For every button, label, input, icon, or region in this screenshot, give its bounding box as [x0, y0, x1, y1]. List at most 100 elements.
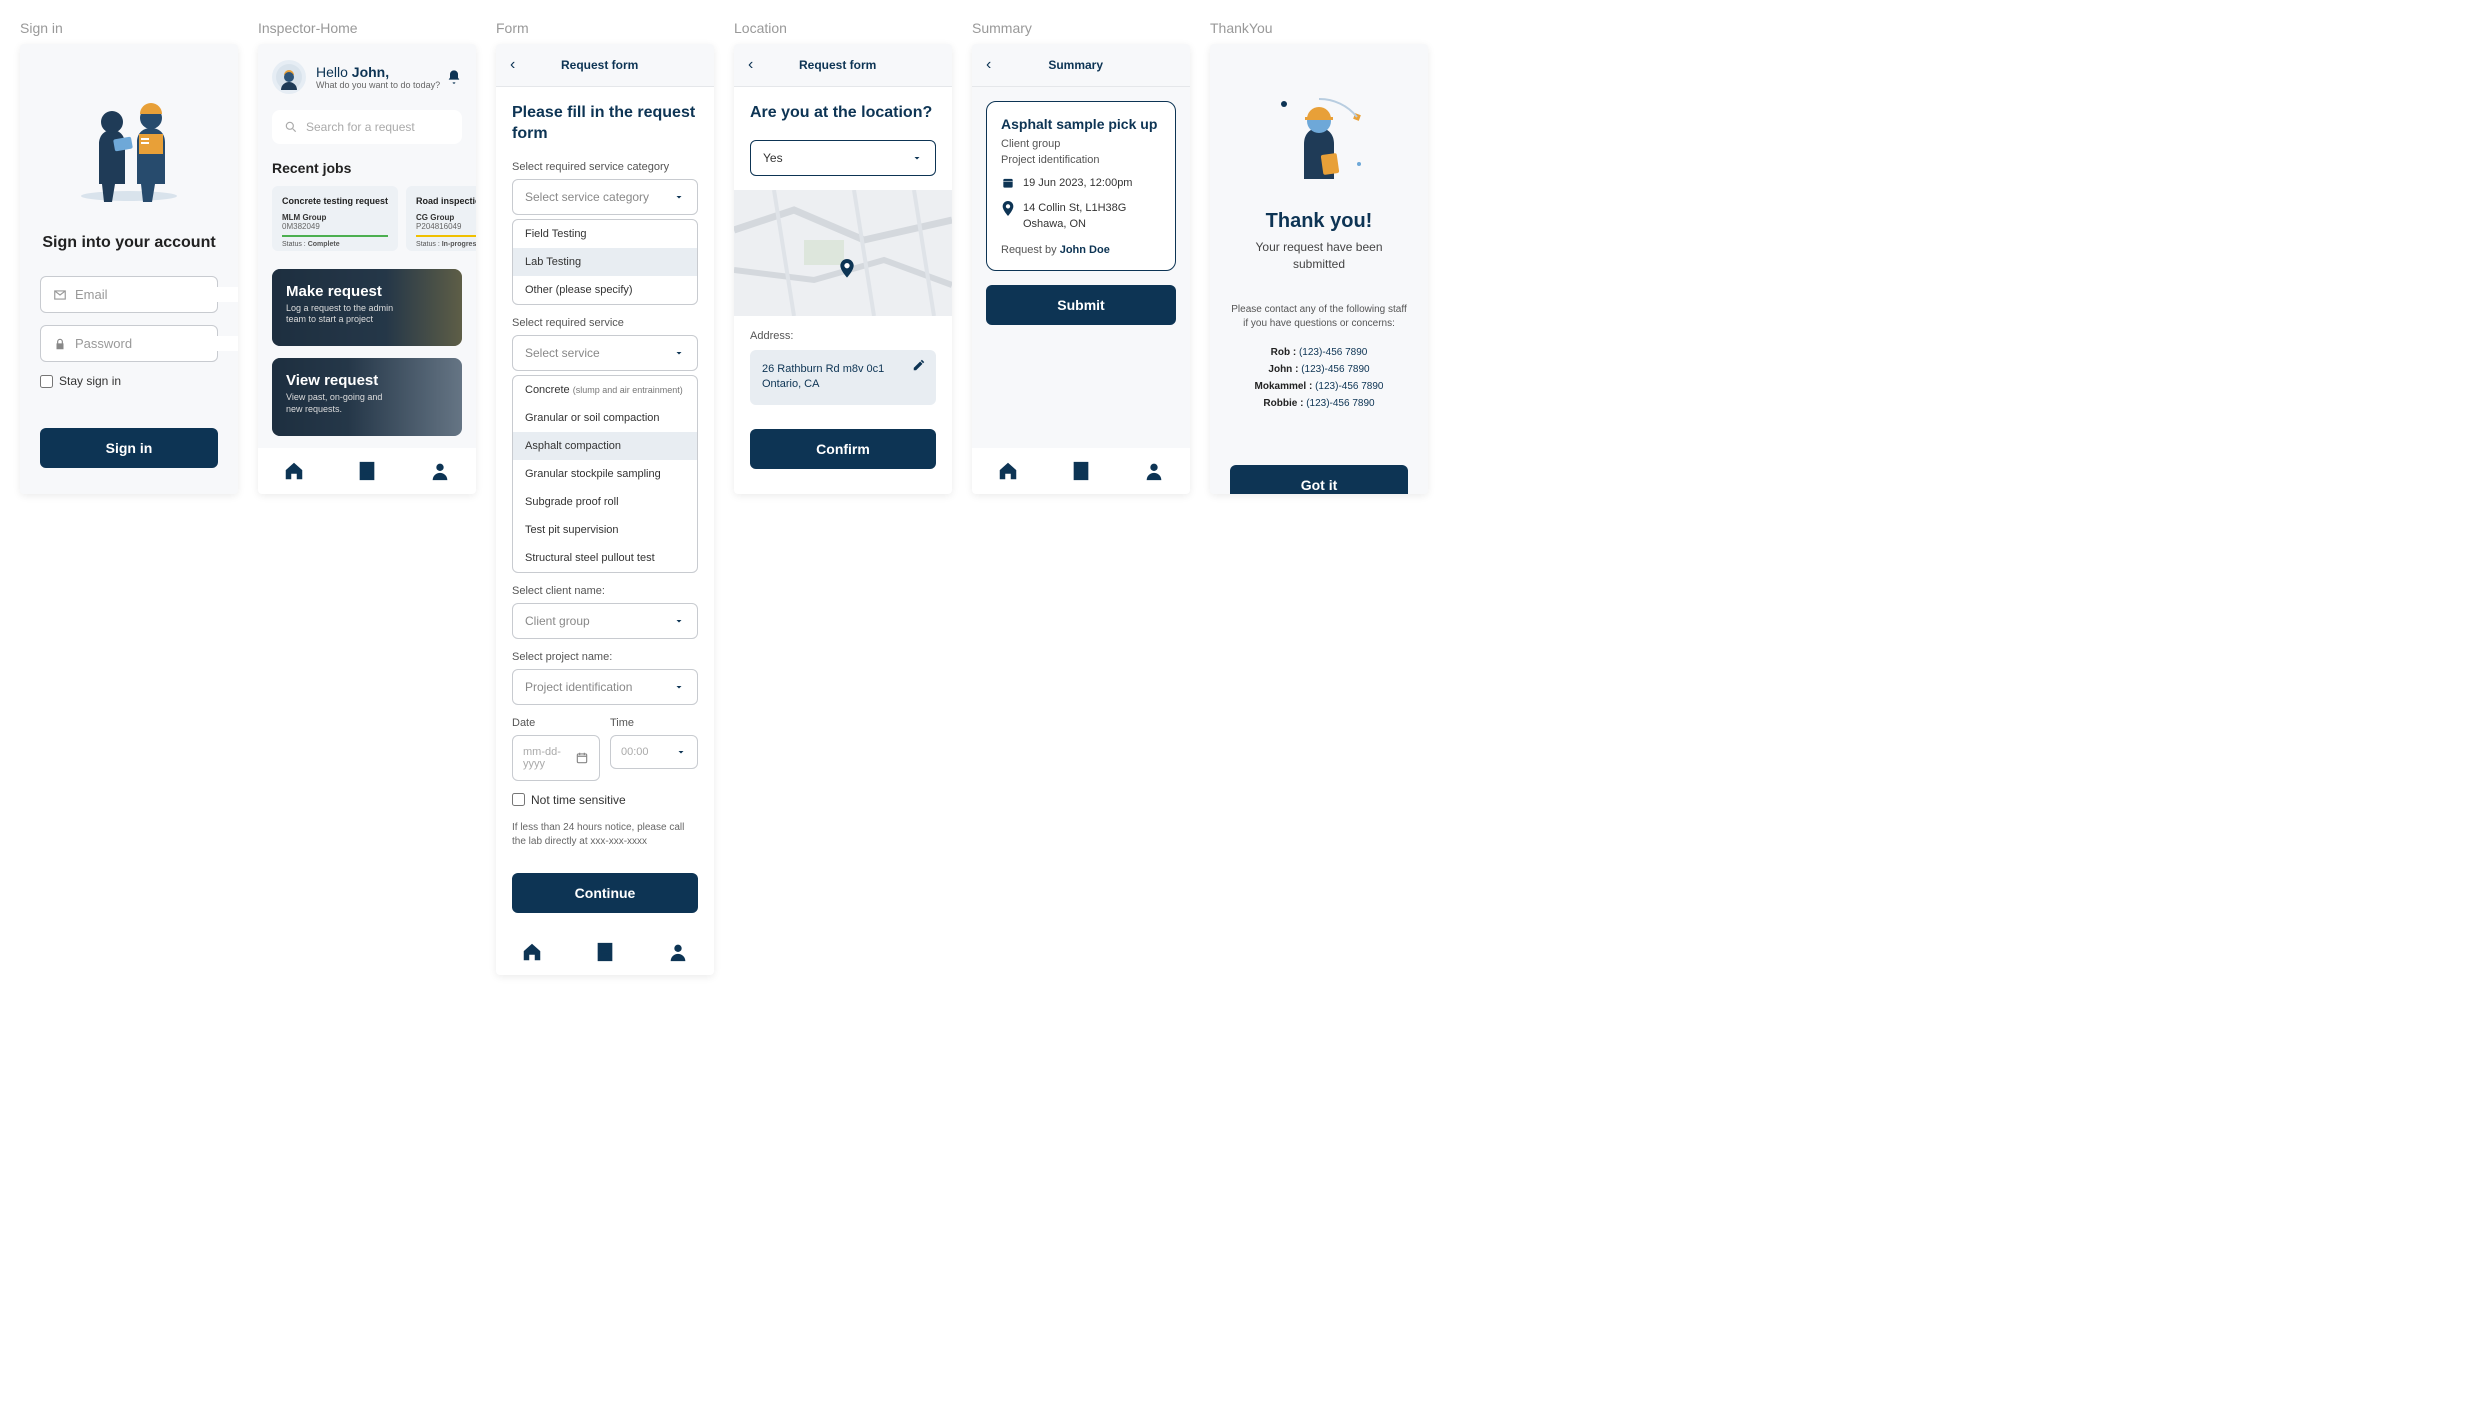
calendar-icon: [575, 751, 589, 765]
nav-requests-icon[interactable]: [1070, 460, 1092, 482]
view-request-sub: View past, on-going and new requests.: [286, 392, 399, 415]
nav-profile-icon[interactable]: [667, 941, 689, 963]
nav-requests-icon[interactable]: [594, 941, 616, 963]
job-card[interactable]: Concrete testing request MLM Group 0M382…: [272, 186, 398, 251]
view-request-card[interactable]: View request View past, on-going and new…: [272, 358, 462, 436]
nav-home-icon[interactable]: [283, 460, 305, 482]
stay-signin-checkbox[interactable]: [40, 375, 53, 388]
client-select[interactable]: Client group: [512, 603, 698, 639]
not-sensitive-label: Not time sensitive: [531, 793, 626, 807]
make-request-card[interactable]: Make request Log a request to the admin …: [272, 269, 462, 347]
address-box: 26 Rathburn Rd m8v 0c1 Ontario, CA: [750, 350, 936, 405]
address-label: Address:: [750, 330, 936, 342]
service-option[interactable]: Concrete (slump and air entrainment): [513, 376, 697, 404]
thankyou-illustration: [1230, 84, 1408, 194]
service-option[interactable]: Granular or soil compaction: [513, 404, 697, 432]
screen-label: Location: [734, 20, 952, 36]
gotit-button[interactable]: Got it: [1230, 465, 1408, 494]
screen-label: Form: [496, 20, 714, 36]
password-field-wrap[interactable]: [40, 325, 218, 362]
edit-icon[interactable]: [912, 358, 926, 372]
form-heading: Please fill in the request form: [512, 103, 698, 145]
nav-profile-icon[interactable]: [1143, 460, 1165, 482]
address-line1: 26 Rathburn Rd m8v 0c1: [762, 362, 924, 377]
job-group: MLM Group: [282, 213, 388, 222]
map-preview[interactable]: [734, 190, 952, 316]
lock-icon: [53, 337, 67, 351]
chevron-down-icon: [673, 347, 685, 359]
summary-addr2: Oshawa, ON: [1023, 217, 1126, 232]
category-select[interactable]: Select service category: [512, 179, 698, 215]
summary-requester: Request by John Doe: [1001, 244, 1161, 256]
service-option[interactable]: Asphalt compaction: [513, 432, 697, 460]
nav-home-icon[interactable]: [997, 460, 1019, 482]
bottom-nav: [972, 448, 1190, 494]
time-input[interactable]: 00:00: [610, 735, 698, 769]
nav-requests-icon[interactable]: [356, 460, 378, 482]
signin-button[interactable]: Sign in: [40, 428, 218, 468]
bottom-nav: [734, 485, 952, 494]
service-option[interactable]: Structural steel pullout test: [513, 544, 697, 572]
chevron-down-icon: [675, 746, 687, 758]
project-label: Select project name:: [512, 651, 698, 663]
time-label: Time: [610, 717, 698, 729]
category-label: Select required service category: [512, 161, 698, 173]
thankyou-title: Thank you!: [1230, 210, 1408, 233]
make-request-title: Make request: [286, 283, 448, 300]
summary-client: Client group: [1001, 138, 1161, 150]
email-field-wrap[interactable]: [40, 276, 218, 313]
contact-line: Mokammel : (123)-456 7890: [1230, 381, 1408, 392]
form-screen: ‹ Request form Please fill in the reques…: [496, 44, 714, 975]
nav-home-icon[interactable]: [521, 941, 543, 963]
not-sensitive-checkbox[interactable]: [512, 793, 525, 806]
chevron-down-icon: [673, 191, 685, 203]
date-input[interactable]: mm-dd-yyyy: [512, 735, 600, 781]
summary-topbar-title: Summary: [975, 58, 1176, 72]
chevron-down-icon: [673, 615, 685, 627]
job-status: Status : In-progress: [416, 241, 476, 248]
stay-signin-label: Stay sign in: [59, 374, 121, 388]
mail-icon: [53, 288, 67, 302]
recent-jobs-title: Recent jobs: [272, 160, 462, 176]
search-bar[interactable]: [272, 110, 462, 144]
summary-title: Asphalt sample pick up: [1001, 116, 1161, 132]
at-location-select[interactable]: Yes: [750, 140, 936, 176]
category-option[interactable]: Field Testing: [513, 220, 697, 248]
summary-addr1: 14 Collin St, L1H38G: [1023, 201, 1126, 216]
bell-icon[interactable]: [446, 69, 462, 85]
job-title: Road inspection request: [416, 196, 476, 207]
service-option[interactable]: Test pit supervision: [513, 516, 697, 544]
avatar[interactable]: [272, 60, 306, 94]
contact-line: Rob : (123)-456 7890: [1230, 347, 1408, 358]
project-select[interactable]: Project identification: [512, 669, 698, 705]
job-group: CG Group: [416, 213, 476, 222]
service-option[interactable]: Subgrade proof roll: [513, 488, 697, 516]
job-status: Status : Complete: [282, 241, 388, 248]
service-select[interactable]: Select service: [512, 335, 698, 371]
submit-button[interactable]: Submit: [986, 285, 1176, 325]
location-pin-icon: [1001, 201, 1015, 217]
location-heading: Are you at the location?: [750, 103, 936, 124]
greeting: Hello John,: [316, 64, 440, 80]
screen-label: Sign in: [20, 20, 238, 36]
continue-button[interactable]: Continue: [512, 873, 698, 913]
email-input[interactable]: [75, 287, 238, 302]
nav-profile-icon[interactable]: [429, 460, 451, 482]
category-option[interactable]: Lab Testing: [513, 248, 697, 276]
job-id: 0M382049: [282, 222, 388, 231]
signin-screen: Sign into your account Stay sign in Sign…: [20, 44, 238, 494]
greeting-sub: What do you want to do today?: [316, 80, 440, 90]
thankyou-note: Please contact any of the following staf…: [1230, 303, 1408, 331]
search-input[interactable]: [306, 120, 461, 134]
password-input[interactable]: [75, 336, 238, 351]
job-card[interactable]: Road inspection request CG Group P204816…: [406, 186, 476, 251]
location-topbar-title: Request form: [737, 58, 938, 72]
category-option[interactable]: Other (please specify): [513, 276, 697, 304]
confirm-button[interactable]: Confirm: [750, 429, 936, 469]
map-pin-icon: [839, 259, 855, 279]
service-option[interactable]: Granular stockpile sampling: [513, 460, 697, 488]
client-label: Select client name:: [512, 585, 698, 597]
location-screen: ‹ Request form Are you at the location? …: [734, 44, 952, 494]
screen-label: ThankYou: [1210, 20, 1428, 36]
chevron-down-icon: [911, 152, 923, 164]
